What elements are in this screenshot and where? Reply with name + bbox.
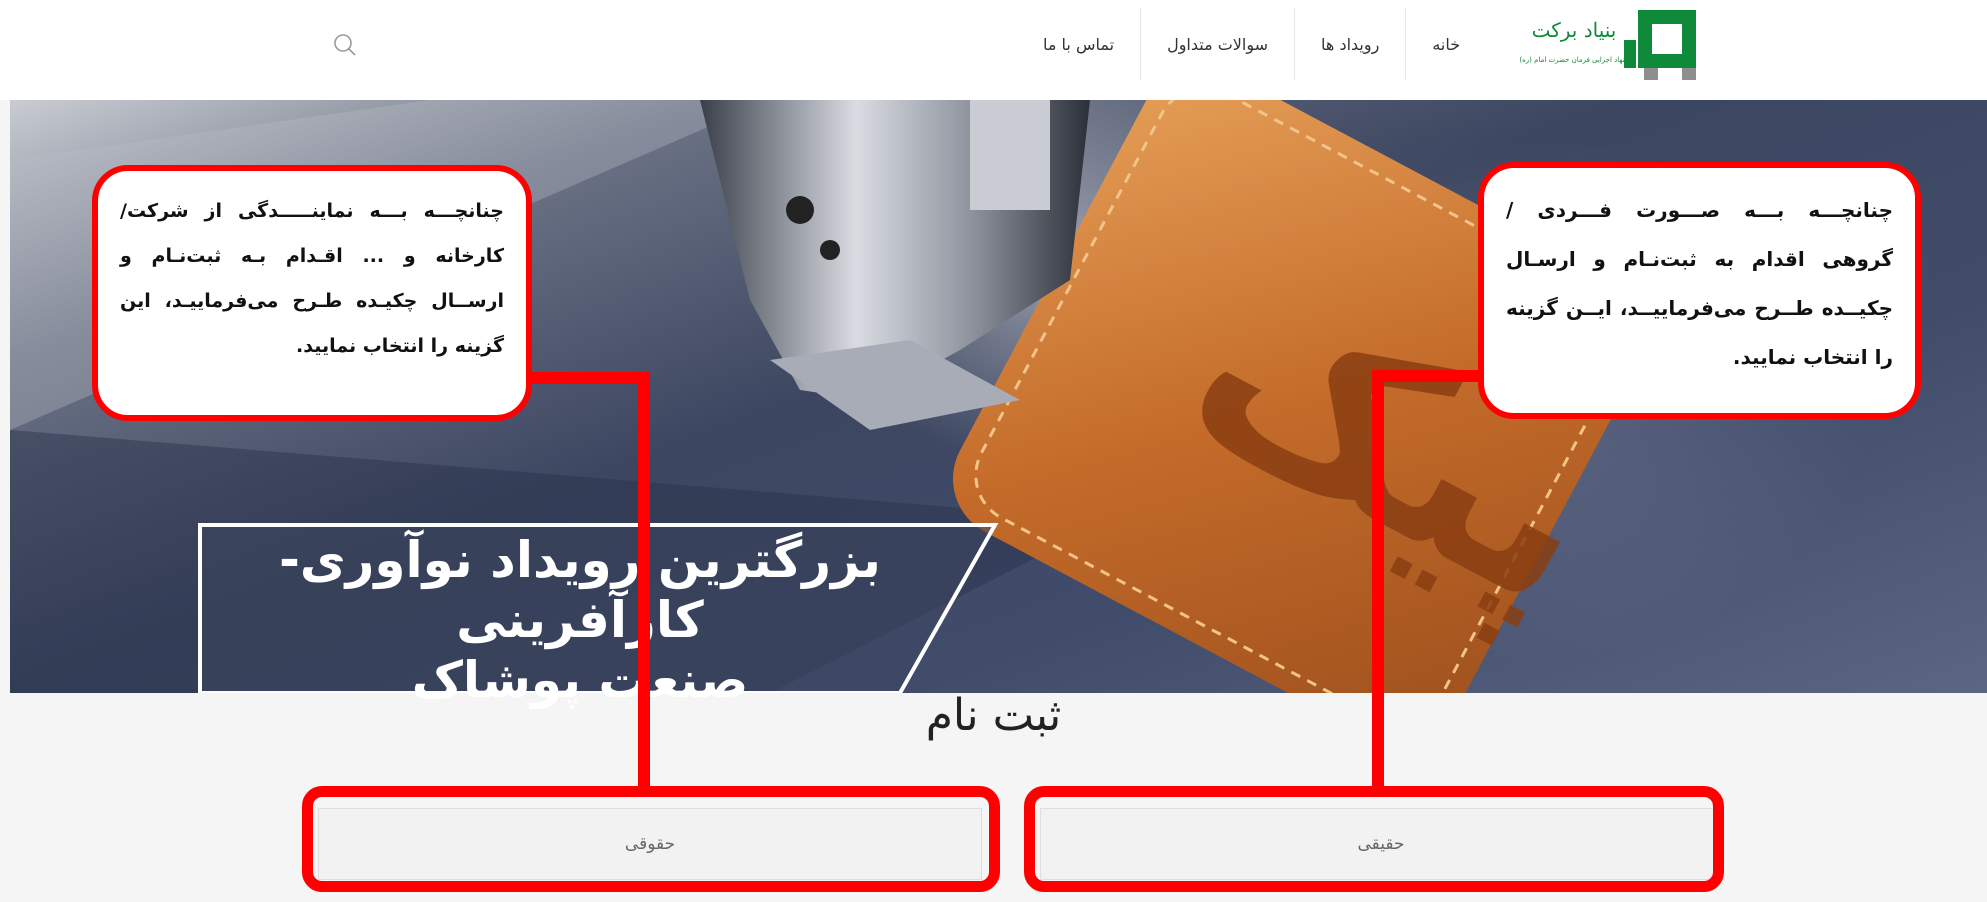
legal-entity-button[interactable]: حقوقی xyxy=(318,808,982,880)
search-icon[interactable] xyxy=(330,30,360,60)
connector-right-horizontal xyxy=(1372,370,1492,382)
site-header: خانه رویداد ها سوالات متداول تماس با ما … xyxy=(0,0,1987,100)
nav-faq[interactable]: سوالات متداول xyxy=(1140,8,1294,80)
logo-subtitle: نهاد اجرایی فرمان حضرت امام (ره) xyxy=(1519,56,1625,64)
logo-name: بنیاد برکت xyxy=(1531,18,1617,42)
hero-title-line1: بزرگترین رویداد نوآوری-کارآفرینی xyxy=(279,531,881,649)
natural-person-button[interactable]: حقیقی xyxy=(1040,808,1722,880)
connector-left xyxy=(638,372,650,792)
nav-events[interactable]: رویداد ها xyxy=(1294,8,1405,80)
nav-home[interactable]: خانه xyxy=(1405,8,1486,80)
registration-title: ثبت نام xyxy=(925,690,1062,741)
site-logo[interactable]: بنیاد برکت نهاد اجرایی فرمان حضرت امام (… xyxy=(1519,10,1700,82)
hero-title: بزرگترین رویداد نوآوری-کارآفرینی صنعت پو… xyxy=(200,530,960,710)
connector-right xyxy=(1372,370,1384,792)
nav-contact[interactable]: تماس با ما xyxy=(1017,8,1140,80)
callout-legal: چنانچـــه بـــه نماینـــــدگی از شرکت/کا… xyxy=(92,165,532,421)
connector-left-horizontal xyxy=(530,372,650,384)
callout-natural: چنانچـــه بـــه صـــورت فـــردی / گروهی … xyxy=(1478,162,1921,419)
main-nav: خانه رویداد ها سوالات متداول تماس با ما xyxy=(1017,8,1486,80)
